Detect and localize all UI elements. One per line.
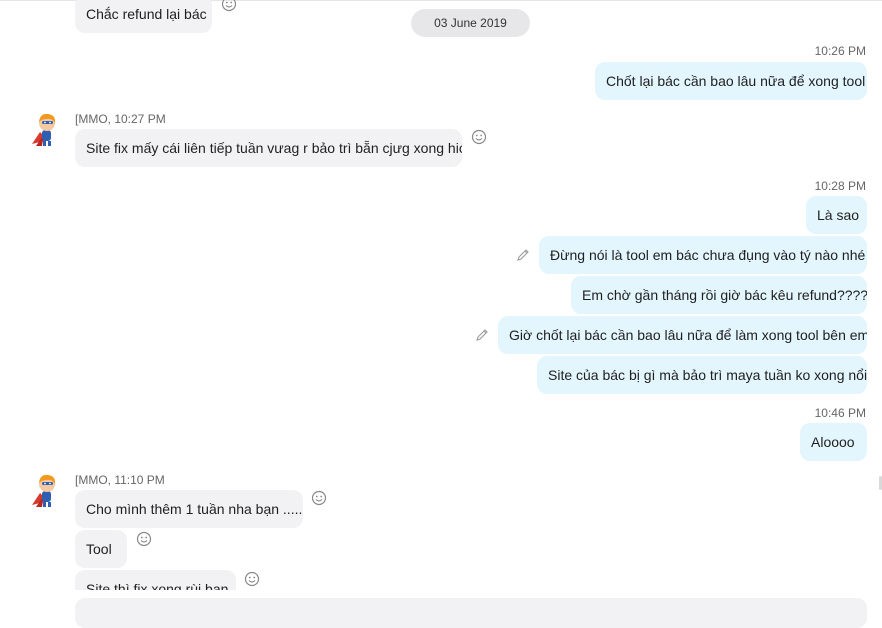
chat-history[interactable]: Chắc refund lại bác 03 June 2019 10:26 P…	[0, 0, 882, 590]
outgoing-message[interactable]: Em chờ gần tháng rồi giờ bác kêu refund?…	[571, 276, 867, 314]
superhero-avatar[interactable]	[26, 471, 64, 509]
message-composer[interactable]	[75, 598, 867, 628]
smiley-icon[interactable]	[471, 129, 487, 145]
pencil-icon	[476, 329, 488, 341]
message-timestamp: 10:28 PM	[814, 179, 866, 193]
incoming-message[interactable]: Tool	[75, 530, 127, 568]
outgoing-message[interactable]: Là sao	[806, 196, 867, 234]
message-timestamp: 10:26 PM	[814, 44, 866, 58]
smiley-icon[interactable]	[244, 571, 260, 587]
smiley-icon[interactable]	[136, 531, 152, 547]
pencil-icon	[517, 249, 529, 261]
date-separator: 03 June 2019	[411, 9, 530, 37]
outgoing-message[interactable]: Giờ chốt lại bác cần bao lâu nữa để làm …	[498, 316, 867, 354]
incoming-message[interactable]: Cho mình thêm 1 tuần nha bạn .....	[75, 490, 303, 528]
message-timestamp: 10:46 PM	[814, 406, 866, 420]
smiley-icon[interactable]	[221, 0, 237, 12]
outgoing-message[interactable]: Chốt lại bác cần bao lâu nữa để xong too…	[595, 62, 867, 100]
outgoing-message[interactable]: Đừng nói là tool em bác chưa đụng vào tý…	[539, 236, 867, 274]
sender-name-time: [MMO, 10:27 PM	[75, 112, 166, 126]
superhero-avatar[interactable]	[26, 110, 64, 148]
incoming-message[interactable]: Site thì fix xong rùi bạn	[75, 570, 236, 590]
outgoing-message[interactable]: Aloooo	[800, 423, 867, 461]
incoming-message[interactable]: Site fix mấy cái liên tiếp tuần vưag r b…	[75, 129, 462, 167]
incoming-message[interactable]: Chắc refund lại bác	[75, 0, 212, 33]
smiley-icon[interactable]	[311, 490, 327, 506]
sender-name-time: [MMO, 11:10 PM	[75, 473, 165, 487]
outgoing-message[interactable]: Site của bác bị gì mà bảo trì maya tuần …	[537, 356, 867, 394]
